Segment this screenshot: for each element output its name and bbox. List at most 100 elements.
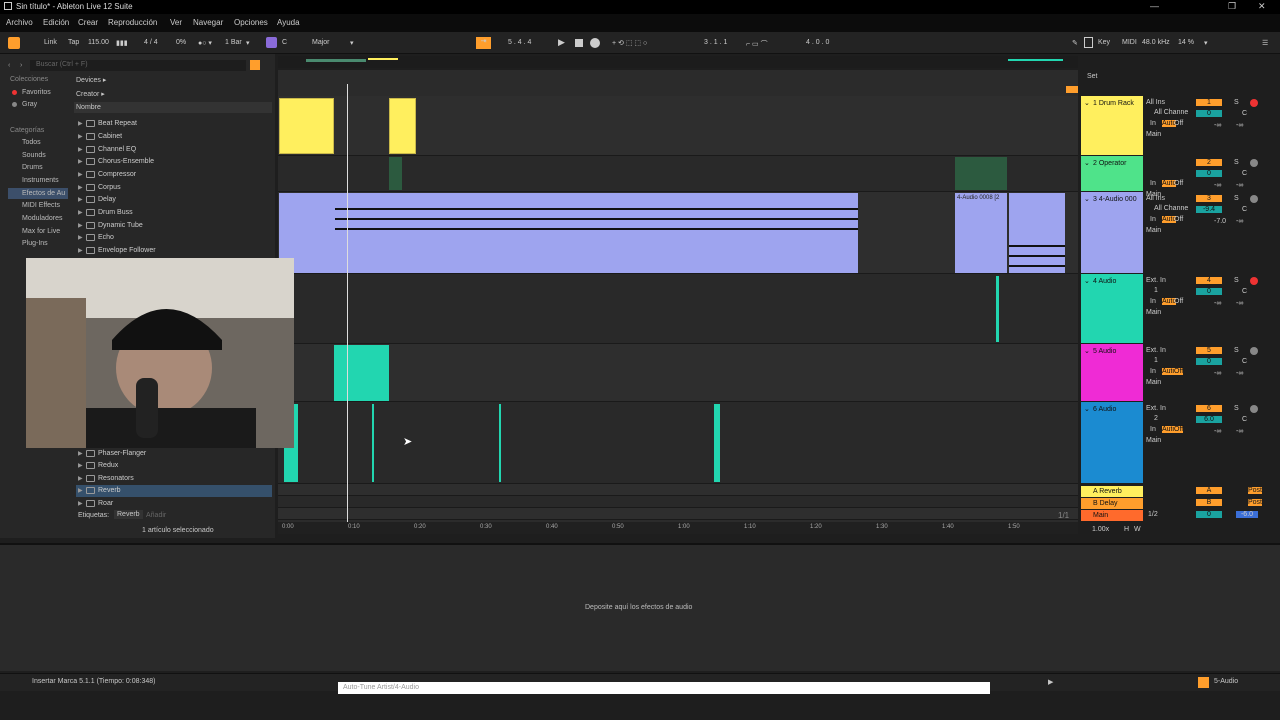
collection-favoritos[interactable]: Favoritos [22, 89, 51, 96]
list-item[interactable]: ▶ Delay [76, 194, 272, 206]
time-ruler[interactable]: 0:00 0:10 0:20 0:30 0:40 0:50 1:00 1:10 1:20 1:30… [278, 522, 1078, 534]
list-item[interactable]: ▶ Chorus-Ensemble [76, 156, 272, 168]
track-name[interactable]: 5 Audio [1093, 348, 1116, 355]
fold-icon[interactable]: ⌄ [1084, 99, 1090, 107]
list-item[interactable]: ▶ Resonators [76, 473, 272, 485]
pan-field[interactable]: C [1242, 206, 1247, 213]
track-activator[interactable]: 2 [1196, 159, 1222, 166]
fold-icon[interactable]: ⌄ [1084, 159, 1090, 167]
close-button[interactable]: ✕ [1258, 1, 1266, 12]
scale-mode-icon[interactable] [266, 37, 277, 48]
pan-field[interactable]: C [1242, 358, 1247, 365]
return-letter[interactable]: A [1196, 487, 1222, 494]
audio-clip[interactable] [499, 404, 501, 482]
track-activator[interactable]: 1 [1196, 99, 1222, 106]
monitor-in[interactable]: In [1150, 368, 1156, 375]
arm-icon[interactable] [1250, 195, 1258, 203]
main-channel[interactable]: 1/2 [1148, 511, 1158, 518]
filter-icon[interactable] [250, 60, 260, 70]
monitor-in[interactable]: In [1150, 216, 1156, 223]
track-activator[interactable]: 4 [1196, 277, 1222, 284]
audio-clip[interactable] [714, 404, 720, 482]
back-icon[interactable]: ‹ [8, 62, 10, 69]
monitor-off[interactable]: Off [1174, 298, 1183, 305]
output-select[interactable]: Main [1146, 379, 1161, 386]
output-select[interactable]: Main [1146, 227, 1161, 234]
list-item[interactable]: ▶ Beat Repeat [76, 118, 272, 130]
quantize-select[interactable]: 1 Bar [225, 39, 242, 46]
return-letter[interactable]: B [1196, 499, 1222, 506]
audio-clip[interactable] [279, 193, 858, 273]
loop-start-field[interactable]: 3 . 1 . 1 [704, 39, 727, 46]
input-select[interactable]: All Ins [1146, 99, 1165, 106]
track-icon[interactable] [1198, 677, 1209, 688]
audio-clip[interactable] [372, 404, 374, 482]
category-max-for-live[interactable]: Max for Live [22, 228, 60, 235]
arrangement-record-icon[interactable] [1066, 86, 1078, 93]
track-activator[interactable]: 6 [1196, 405, 1222, 412]
monitor-in[interactable]: In [1150, 120, 1156, 127]
monitor-off[interactable]: Off [1174, 120, 1183, 127]
play-small-icon[interactable]: ▶ [1048, 678, 1053, 686]
menu-ayuda[interactable]: Ayuda [277, 18, 300, 27]
track-name[interactable]: 3 4-Audio 000 [1093, 196, 1137, 203]
monitor-off[interactable]: Off [1174, 180, 1183, 187]
collection-gray[interactable]: Gray [22, 101, 37, 108]
category-todos[interactable]: Todos [22, 139, 41, 146]
swing-field[interactable]: 0% [176, 39, 186, 46]
menu-ver[interactable]: Ver [170, 18, 182, 27]
volume-field[interactable]: 0 [1196, 110, 1222, 117]
position-field[interactable]: 5 . 4 . 4 [508, 39, 531, 46]
output-select[interactable]: Main [1146, 131, 1161, 138]
pan-field[interactable]: C [1242, 170, 1247, 177]
fold-icon[interactable]: ⌄ [1084, 195, 1090, 203]
volume-field[interactable]: 0 [1196, 358, 1222, 365]
arrangement-view[interactable]: 4-Audio 0008 [2 1/1 [278, 70, 1078, 522]
search-input[interactable]: Buscar (Ctrl + F) [30, 60, 246, 71]
list-item-selected[interactable]: ▶ Reverb [76, 485, 272, 497]
device-view[interactable]: Deposite aquí los efectos de audio [0, 543, 1280, 671]
channel-select[interactable]: 1 [1154, 287, 1158, 294]
track-name[interactable]: 2 Operator [1093, 160, 1126, 167]
midi-clip[interactable] [279, 98, 334, 154]
browser-toggle-icon[interactable] [8, 37, 20, 49]
input-select[interactable]: All Ins [1146, 195, 1165, 202]
volume-field[interactable]: 6.0 [1196, 416, 1222, 423]
output-select[interactable]: Main [1146, 309, 1161, 316]
list-item[interactable]: ▶ Channel EQ [76, 144, 272, 156]
list-item[interactable]: ▶ Drum Buss [76, 207, 272, 219]
track-header-5[interactable]: ⌄ 5 Audio [1081, 344, 1143, 401]
track-header-2[interactable]: ⌄ 2 Operator [1081, 156, 1143, 191]
overview-strip[interactable] [278, 56, 1078, 68]
fold-icon[interactable]: ⌄ [1084, 277, 1090, 285]
volume-field[interactable]: 0 [1196, 170, 1222, 177]
list-item[interactable]: ▶ Cabinet [76, 131, 272, 143]
arm-icon[interactable] [1250, 159, 1258, 167]
track-lane-2[interactable] [278, 156, 1078, 192]
arm-icon[interactable] [1250, 347, 1258, 355]
loop-icons[interactable]: ⌐ ▭ ⌒ [746, 39, 768, 49]
monitor-off[interactable]: Off [1174, 368, 1184, 375]
path-devices[interactable]: Devices ▸ [76, 76, 106, 84]
list-item[interactable]: ▶ Echo [76, 232, 272, 244]
list-item[interactable]: ▶ Roar [76, 498, 272, 510]
midi-clip[interactable] [389, 98, 416, 154]
chevron-down-icon[interactable]: ▾ [1204, 39, 1208, 47]
channel-select[interactable]: 2 [1154, 415, 1158, 422]
category-sounds[interactable]: Sounds [22, 152, 46, 159]
list-item[interactable]: ▶ Compressor [76, 169, 272, 181]
tap-button[interactable]: Tap [68, 39, 79, 46]
audio-clip[interactable] [334, 345, 389, 401]
midi-clip[interactable] [389, 157, 402, 190]
post-button[interactable]: Post [1248, 499, 1263, 506]
list-item[interactable]: ▶ Redux [76, 460, 272, 472]
track-name[interactable]: 4 Audio [1093, 278, 1116, 285]
input-select[interactable]: Ext. In [1146, 277, 1166, 284]
pan-field[interactable]: C [1242, 110, 1247, 117]
channel-select[interactable]: All Channe [1154, 205, 1188, 212]
track-lane-5[interactable] [278, 344, 1078, 402]
track-name[interactable]: 6 Audio [1093, 406, 1116, 413]
category-midi-effects[interactable]: MIDI Effects [22, 202, 60, 209]
main-volume[interactable]: 0 [1196, 511, 1222, 518]
path-creator[interactable]: Creator ▸ [76, 90, 105, 98]
